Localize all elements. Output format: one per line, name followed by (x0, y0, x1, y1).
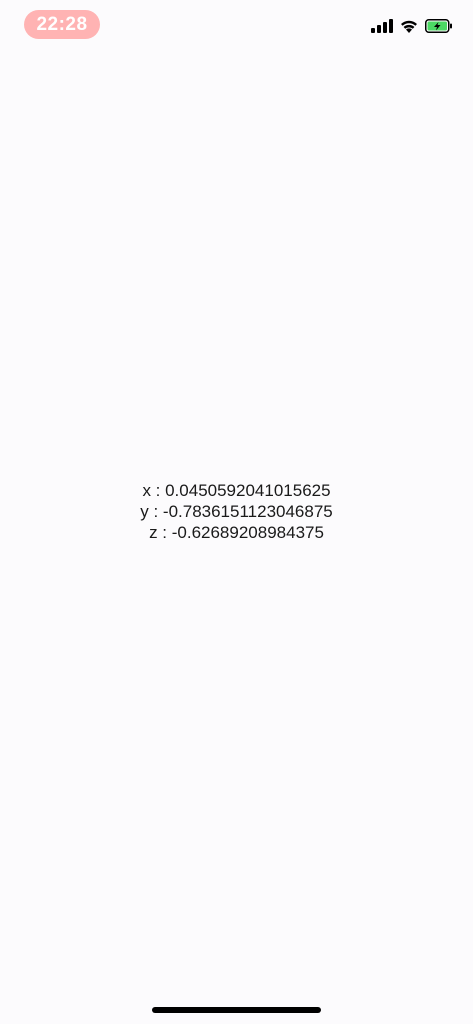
battery-charging-icon (425, 19, 452, 33)
cellular-signal-icon (371, 19, 393, 33)
status-icons (371, 17, 453, 35)
accelerometer-readout: x : 0.0450592041015625 y : -0.7836151123… (0, 480, 473, 543)
time-pill[interactable]: 22:28 (24, 10, 100, 39)
wifi-icon (401, 20, 417, 33)
x-value-text: x : 0.0450592041015625 (142, 481, 331, 500)
status-time: 22:28 (36, 13, 88, 35)
home-indicator[interactable] (152, 1007, 321, 1013)
z-value-text: z : -0.62689208984375 (149, 523, 324, 542)
app-screen: 22:28 x : 0.0450592041015625 y: -0.7836… (0, 0, 473, 1024)
y-value-text: y : -0.7836151123046875 (140, 502, 333, 521)
status-bar: 22:28 (0, 0, 473, 48)
